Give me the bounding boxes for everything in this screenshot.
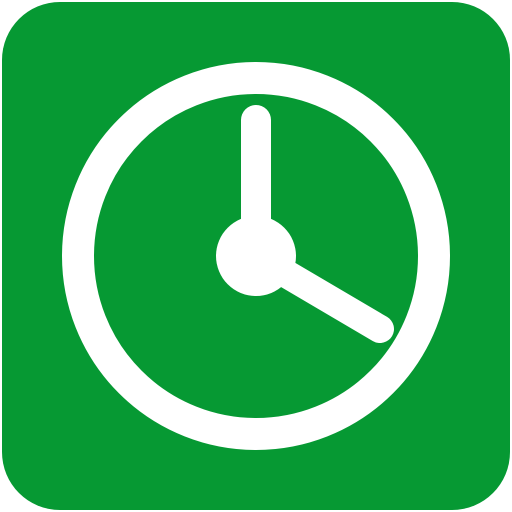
app-icon-canvas <box>0 0 512 512</box>
clock-icon <box>2 2 510 510</box>
clock-center-hub <box>216 216 296 296</box>
clock-app-icon[interactable] <box>2 2 510 510</box>
